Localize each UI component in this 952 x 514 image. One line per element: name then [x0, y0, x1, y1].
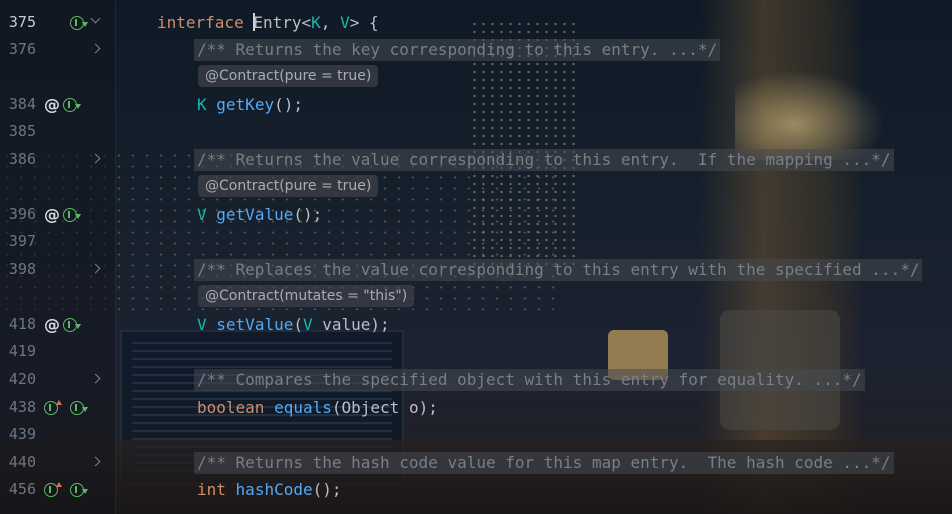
- code-line[interactable]: 419: [0, 338, 952, 365]
- line-number[interactable]: 398: [0, 256, 36, 283]
- annotation-icon[interactable]: @: [44, 317, 60, 333]
- line-number[interactable]: 386: [0, 146, 36, 173]
- fold-expand-icon[interactable]: [90, 43, 101, 54]
- overrides-icon[interactable]: [44, 400, 62, 415]
- code-line[interactable]: 384 @ K getKey();: [0, 91, 952, 118]
- code-line[interactable]: 398 /** Replaces the value corresponding…: [0, 256, 952, 283]
- folded-doc-comment[interactable]: /** Returns the value corresponding to t…: [194, 149, 894, 171]
- line-number[interactable]: 438: [0, 394, 36, 421]
- line-number[interactable]: 384: [0, 91, 36, 118]
- folded-doc-comment[interactable]: /** Returns the hash code value for this…: [194, 452, 894, 474]
- code-line[interactable]: 396 @ V getValue();: [0, 201, 952, 228]
- line-number[interactable]: 456: [0, 476, 36, 503]
- overrides-icon[interactable]: [44, 482, 62, 497]
- inlay-annotation-line: @Contract(mutates = "this"): [0, 283, 952, 310]
- code-line[interactable]: 438 boolean equals(Object o);: [0, 394, 952, 421]
- inferred-annotation-hint[interactable]: @Contract(pure = true): [198, 175, 379, 197]
- code-text[interactable]: V setValue(V value);: [197, 311, 390, 338]
- code-text[interactable]: boolean equals(Object o);: [197, 394, 438, 421]
- line-number[interactable]: 439: [0, 421, 36, 448]
- annotation-icon[interactable]: @: [44, 97, 60, 113]
- code-line[interactable]: 385: [0, 118, 952, 145]
- code-text[interactable]: K getKey();: [197, 91, 303, 118]
- code-line[interactable]: 456 int hashCode();: [0, 476, 952, 503]
- folded-doc-comment[interactable]: /** Replaces the value corresponding to …: [194, 259, 923, 281]
- code-editor[interactable]: 375 interface Entry<K, V> { 376 /** Retu…: [0, 0, 952, 514]
- code-line[interactable]: 440 /** Returns the hash code value for …: [0, 449, 952, 476]
- line-number[interactable]: 385: [0, 118, 36, 145]
- inlay-annotation-line: @Contract(pure = true): [0, 63, 952, 90]
- line-number[interactable]: 376: [0, 36, 36, 63]
- annotation-icon[interactable]: @: [44, 207, 60, 223]
- inferred-annotation-hint[interactable]: @Contract(mutates = "this"): [198, 285, 415, 307]
- line-number[interactable]: 418: [0, 311, 36, 338]
- code-line[interactable]: 375 interface Entry<K, V> {: [0, 9, 952, 36]
- code-line[interactable]: 386 /** Returns the value corresponding …: [0, 146, 952, 173]
- code-text[interactable]: V getValue();: [197, 201, 322, 228]
- implemented-icon[interactable]: [63, 98, 81, 112]
- code-line[interactable]: 418 @ V setValue(V value);: [0, 311, 952, 338]
- implemented-icon[interactable]: [70, 401, 88, 415]
- line-number[interactable]: 440: [0, 449, 36, 476]
- implemented-icon[interactable]: [70, 483, 88, 497]
- implemented-icon[interactable]: [63, 318, 81, 332]
- implemented-icon[interactable]: [63, 208, 81, 222]
- code-text[interactable]: int hashCode();: [197, 476, 342, 503]
- line-number[interactable]: 420: [0, 366, 36, 393]
- inferred-annotation-hint[interactable]: @Contract(pure = true): [198, 65, 379, 87]
- folded-doc-comment[interactable]: /** Compares the specified object with t…: [194, 369, 865, 391]
- code-line[interactable]: 376 /** Returns the key corresponding to…: [0, 36, 952, 63]
- line-number[interactable]: 397: [0, 228, 36, 255]
- fold-expand-icon[interactable]: [90, 263, 101, 274]
- code-line[interactable]: 439: [0, 421, 952, 448]
- line-number[interactable]: 396: [0, 201, 36, 228]
- code-line[interactable]: 420 /** Compares the specified object wi…: [0, 366, 952, 393]
- fold-expand-icon[interactable]: [90, 153, 101, 164]
- fold-expand-icon[interactable]: [90, 456, 101, 467]
- line-number[interactable]: 419: [0, 338, 36, 365]
- fold-expand-icon[interactable]: [90, 373, 101, 384]
- inlay-annotation-line: @Contract(pure = true): [0, 173, 952, 200]
- fold-collapse-icon[interactable]: [90, 13, 101, 24]
- folded-doc-comment[interactable]: /** Returns the key corresponding to thi…: [194, 39, 721, 61]
- implemented-icon[interactable]: [70, 16, 88, 30]
- code-text[interactable]: interface Entry<K, V> {: [157, 9, 379, 36]
- code-line[interactable]: 397: [0, 228, 952, 255]
- line-number[interactable]: 375: [0, 9, 36, 36]
